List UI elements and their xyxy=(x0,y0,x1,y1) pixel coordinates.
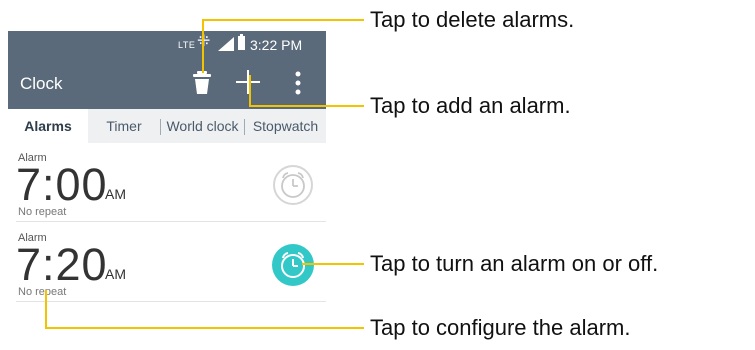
callout-configure: Tap to configure the alarm. xyxy=(370,315,631,340)
callout-leader-lines xyxy=(45,19,364,329)
callout-toggle: Tap to turn an alarm on or off. xyxy=(370,251,659,276)
callout-delete: Tap to delete alarms. xyxy=(370,7,575,32)
callout-add: Tap to add an alarm. xyxy=(370,93,571,118)
